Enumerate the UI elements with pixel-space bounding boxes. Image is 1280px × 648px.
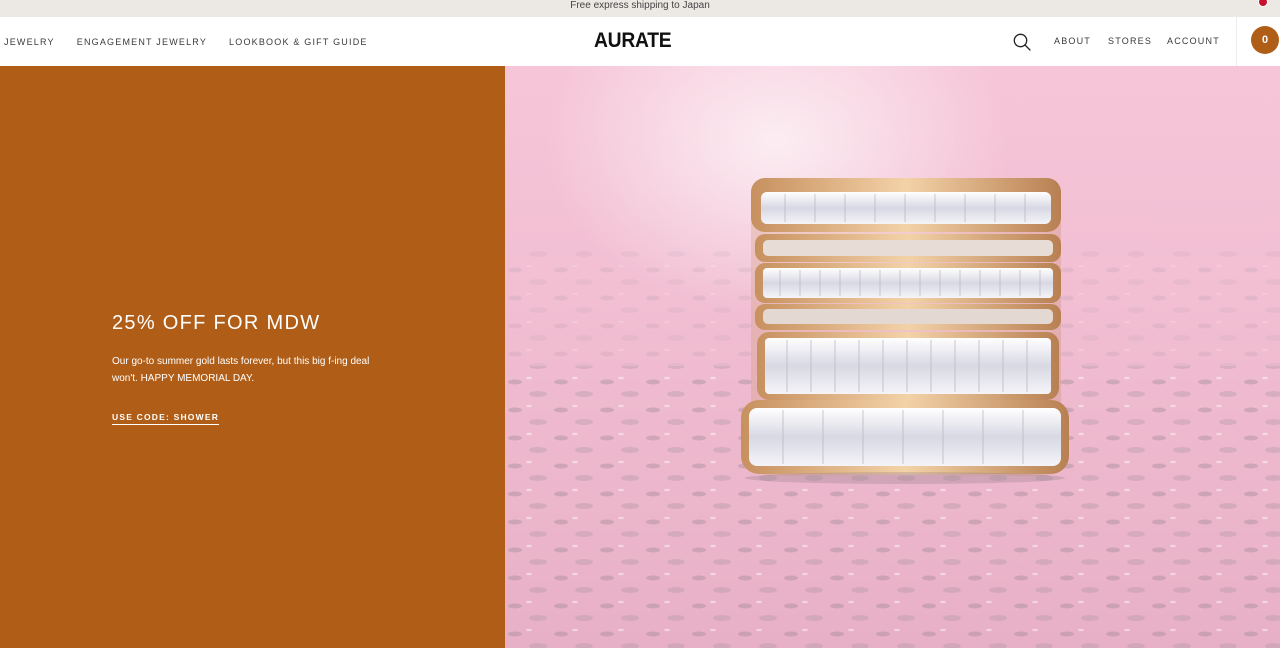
ring-stack-illustration <box>505 66 1280 648</box>
hero-ring-image[interactable] <box>505 66 1280 648</box>
announcement-bar: Free express shipping to Japan <box>0 0 1280 17</box>
promo-code-link[interactable]: USE CODE: SHOWER <box>112 412 220 425</box>
nav-link-stores[interactable]: STORES <box>1108 36 1152 46</box>
hero-description: Our go-to summer gold lasts forever, but… <box>112 356 370 384</box>
brand-logo[interactable]: AURATE <box>594 29 672 53</box>
cart-count-button[interactable]: 0 <box>1251 26 1279 54</box>
search-icon[interactable] <box>1012 32 1032 52</box>
japan-flag-icon[interactable] <box>1258 0 1268 7</box>
nav-link-account[interactable]: ACCOUNT <box>1167 36 1220 46</box>
nav-link-jewelry[interactable]: JEWELRY <box>4 37 55 47</box>
main-nav: JEWELRY ENGAGEMENT JEWELRY LOOKBOOK & GI… <box>0 17 1280 67</box>
cart: 0 <box>1236 17 1280 66</box>
nav-link-lookbook-gift-guide[interactable]: LOOKBOOK & GIFT GUIDE <box>229 37 368 47</box>
nav-link-about[interactable]: ABOUT <box>1054 36 1091 46</box>
announcement-text: Free express shipping to Japan <box>570 0 710 11</box>
hero-promo-panel: 25% OFF FOR MDW Our go-to summer gold la… <box>0 66 505 648</box>
nav-left-links: JEWELRY ENGAGEMENT JEWELRY LOOKBOOK & GI… <box>0 17 390 66</box>
nav-link-engagement-jewelry[interactable]: ENGAGEMENT JEWELRY <box>77 37 207 47</box>
hero-title: 25% OFF FOR MDW <box>112 312 321 334</box>
